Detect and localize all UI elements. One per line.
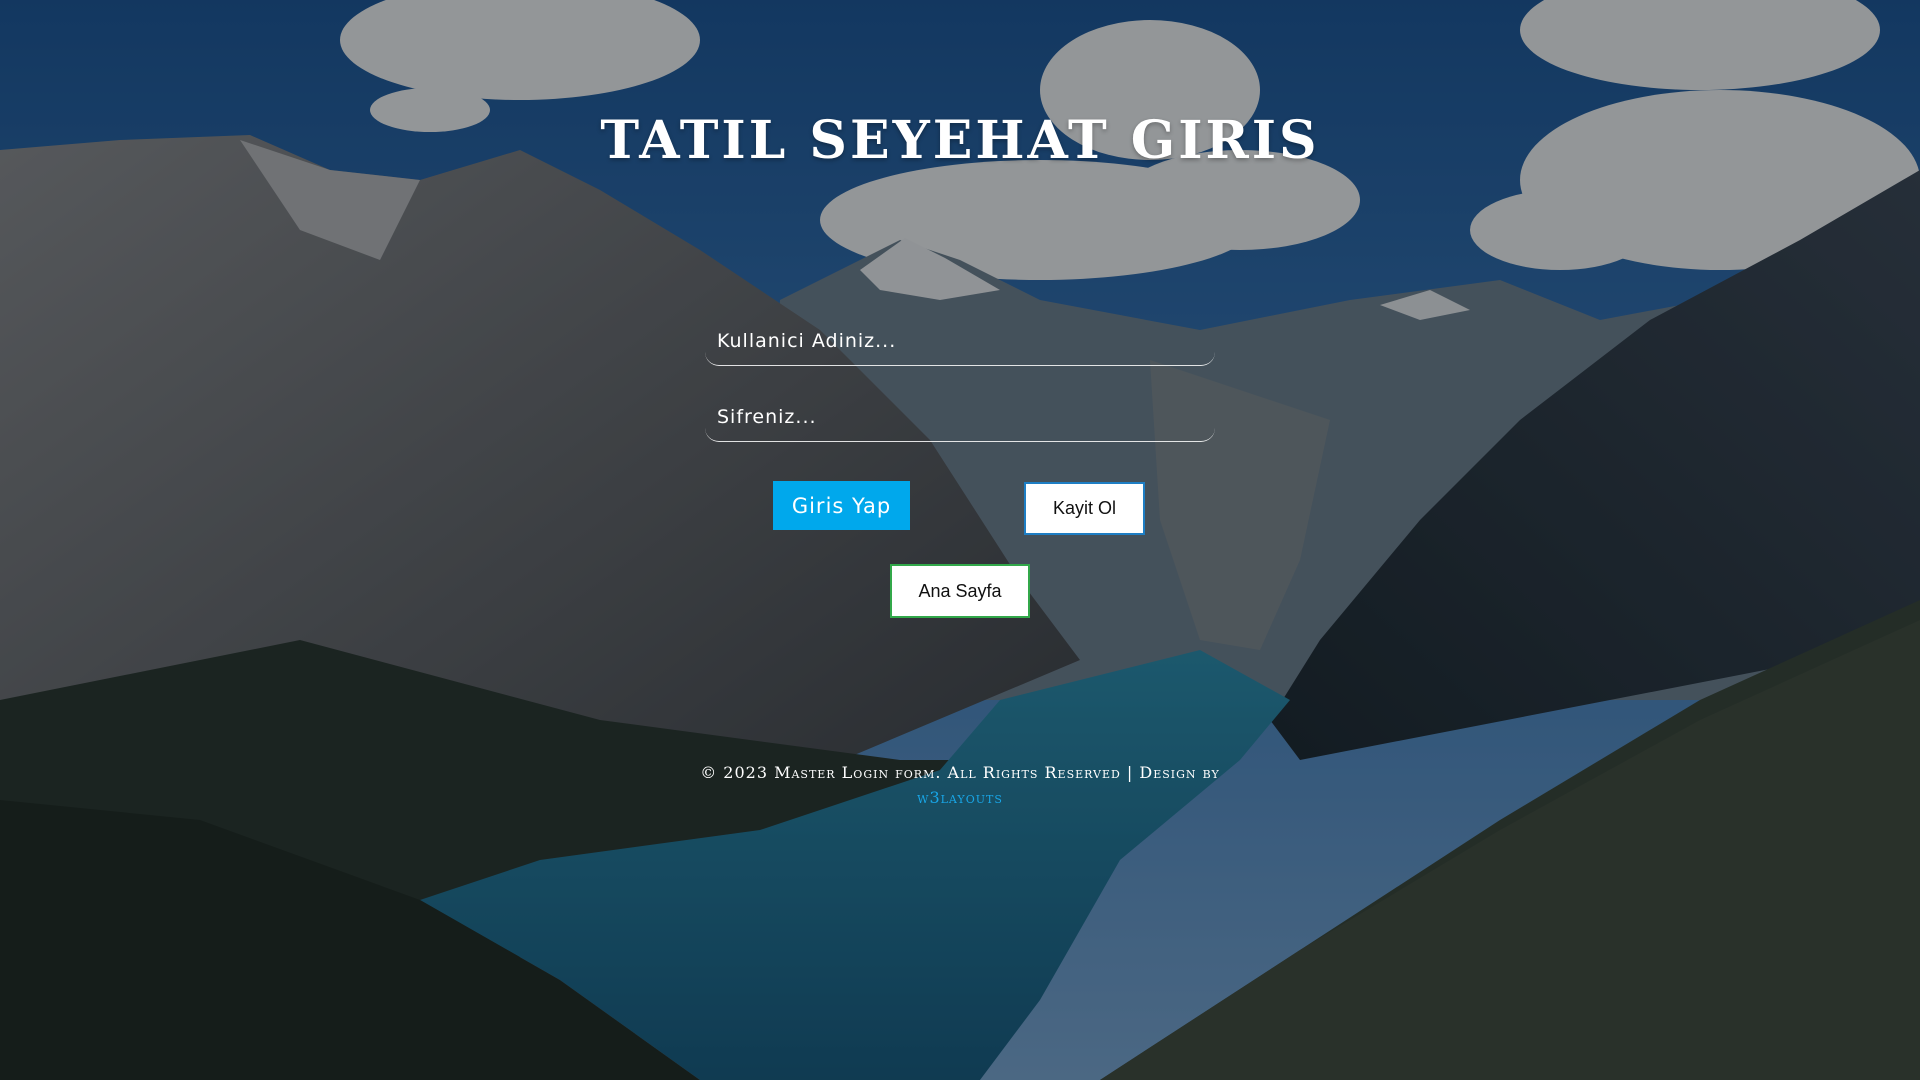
footer-link[interactable]: w3layouts: [917, 788, 1003, 807]
login-panel: TATIL SEYEHAT GIRIS Giris Yap Kayit Ol A…: [0, 0, 1920, 1080]
password-input[interactable]: [705, 392, 1215, 441]
password-field: [705, 392, 1215, 442]
home-button[interactable]: Ana Sayfa: [890, 564, 1030, 618]
footer-copyright: © 2023 Master Login form. All Rights Res…: [700, 763, 1220, 782]
register-button[interactable]: Kayit Ol: [1024, 482, 1145, 535]
page-title: TATIL SEYEHAT GIRIS: [600, 110, 1320, 171]
login-button[interactable]: Giris Yap: [773, 481, 910, 530]
username-field: [705, 316, 1215, 366]
username-input[interactable]: [705, 316, 1215, 365]
footer: © 2023 Master Login form. All Rights Res…: [0, 760, 1920, 810]
